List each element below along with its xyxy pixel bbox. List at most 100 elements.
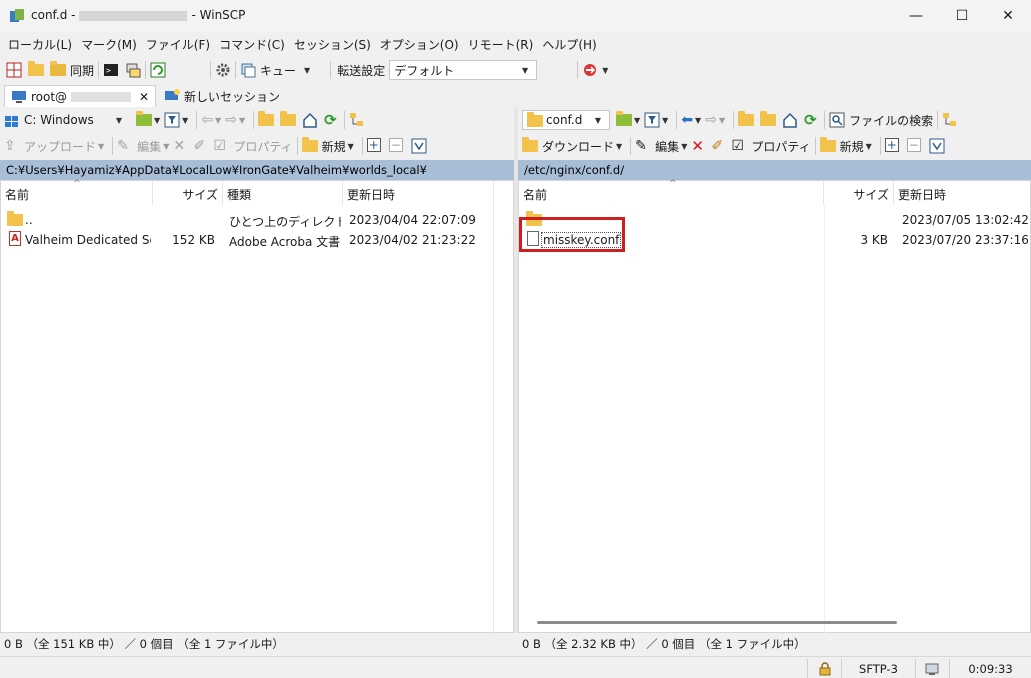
gear-icon[interactable]	[215, 62, 231, 78]
tree-icon[interactable]	[349, 112, 365, 128]
parent-dir-icon[interactable]	[738, 111, 755, 128]
local-drive-select[interactable]: C: Windows ▼	[20, 110, 130, 130]
transfer-queue-icon[interactable]	[915, 659, 949, 678]
new-icon[interactable]	[301, 137, 318, 154]
disconnect-dropdown-icon[interactable]: ▼	[602, 66, 608, 75]
upload-button[interactable]: アップロード	[24, 138, 96, 155]
deselect-icon[interactable]: −	[388, 138, 405, 154]
edit-icon[interactable]: ✎	[117, 138, 133, 154]
column-header-name[interactable]: 名前 ^	[1, 179, 153, 205]
refresh-icon[interactable]: ⟳	[804, 112, 820, 128]
download-button[interactable]: ダウンロード	[542, 138, 614, 155]
menu-options[interactable]: オプション(O)	[380, 36, 459, 53]
sync-folder-icon[interactable]	[50, 61, 66, 78]
properties-button[interactable]: プロパティ	[233, 138, 292, 155]
column-header-modified[interactable]: 更新日時	[343, 181, 493, 205]
root-dir-icon[interactable]	[760, 111, 777, 128]
sync-button[interactable]: 同期	[70, 62, 94, 79]
menu-help[interactable]: ヘルプ(H)	[542, 36, 596, 53]
lock-icon[interactable]	[807, 659, 841, 678]
home-icon[interactable]	[782, 112, 798, 128]
new-icon[interactable]	[819, 137, 836, 154]
new-button[interactable]: 新規	[322, 138, 346, 155]
filter-icon[interactable]	[644, 112, 660, 128]
deselect-icon[interactable]: −	[906, 138, 923, 154]
local-file-list[interactable]: 名前^ サイズ 種類 更新日時 .. ひとつ上のディレクトリ 2023/04/0…	[0, 179, 514, 633]
delete-icon[interactable]: ✕	[173, 138, 189, 154]
back-icon[interactable]: ⇦	[201, 112, 213, 128]
tab-new-session[interactable]: 新しいセッション	[158, 85, 286, 107]
forward-icon[interactable]: ⇨	[225, 112, 237, 128]
putty-icon[interactable]	[125, 62, 141, 78]
find-files-button[interactable]: ファイルの検索	[849, 112, 933, 129]
forward-icon[interactable]: ⇨	[705, 112, 717, 128]
select-all-icon[interactable]: +	[366, 138, 383, 154]
upload-dropdown-icon[interactable]: ▼	[98, 142, 104, 151]
column-header-size[interactable]: サイズ	[824, 181, 894, 205]
forward-dropdown-icon[interactable]: ▼	[239, 116, 245, 125]
horizontal-scrollbar[interactable]	[537, 621, 897, 624]
filter-dropdown-icon[interactable]: ▼	[662, 116, 668, 125]
refresh-icon[interactable]: ⟳	[324, 112, 340, 128]
refresh-panels-icon[interactable]	[150, 62, 166, 78]
root-dir-icon[interactable]	[280, 111, 297, 128]
transfer-settings-select[interactable]: デフォルト ▼	[389, 60, 538, 80]
rename-icon[interactable]: ✐	[711, 138, 727, 154]
maximize-button[interactable]: ☐	[939, 0, 985, 32]
close-button[interactable]: ✕	[985, 0, 1031, 32]
menu-local[interactable]: ローカル(L)	[8, 36, 72, 53]
menu-remote[interactable]: リモート(R)	[468, 36, 534, 53]
rename-icon[interactable]: ✐	[193, 138, 209, 154]
menu-command[interactable]: コマンド(C)	[219, 36, 285, 53]
properties-icon[interactable]: ☑	[731, 138, 747, 154]
select-all-icon[interactable]: +	[884, 138, 901, 154]
new-dropdown-icon[interactable]: ▼	[866, 142, 872, 151]
disconnect-icon[interactable]	[582, 62, 598, 78]
edit-dropdown-icon[interactable]: ▼	[681, 142, 687, 151]
local-path-bar[interactable]: C:¥Users¥Hayamiz¥AppData¥LocalLow¥IronGa…	[0, 160, 514, 180]
column-header-name[interactable]: 名前 ^	[519, 179, 824, 205]
properties-button[interactable]: プロパティ	[751, 138, 810, 155]
open-folder-icon[interactable]	[136, 111, 152, 128]
download-icon[interactable]	[522, 137, 538, 154]
find-files-icon[interactable]	[829, 112, 845, 128]
open-folder-icon[interactable]	[616, 111, 632, 128]
open-folder-dropdown-icon[interactable]: ▼	[154, 116, 160, 125]
column-header-modified[interactable]: 更新日時	[894, 181, 1030, 205]
tab-session[interactable]: root@ ✕	[4, 85, 156, 107]
table-row[interactable]: A Valheim Dedicated Se... 152 KB Adobe A…	[1, 230, 513, 250]
back-dropdown-icon[interactable]: ▼	[695, 116, 701, 125]
filter-dropdown-icon[interactable]: ▼	[182, 116, 188, 125]
queue-button[interactable]: キュー	[260, 62, 296, 79]
edit-button[interactable]: 編集	[655, 138, 679, 155]
tab-close-icon[interactable]: ✕	[139, 90, 149, 104]
edit-button[interactable]: 編集	[137, 138, 161, 155]
terminal-icon[interactable]: >	[103, 62, 119, 78]
synchronize-browse-icon[interactable]	[28, 61, 44, 78]
invert-selection-icon[interactable]	[411, 138, 427, 154]
parent-dir-icon[interactable]	[258, 111, 275, 128]
column-header-type[interactable]: 種類	[223, 181, 343, 205]
filter-icon[interactable]	[164, 112, 180, 128]
column-header-size[interactable]: サイズ	[153, 181, 223, 205]
menu-session[interactable]: セッション(S)	[294, 36, 371, 53]
menu-file[interactable]: ファイル(F)	[146, 36, 210, 53]
remote-path-bar[interactable]: /etc/nginx/conf.d/	[518, 160, 1031, 180]
invert-selection-icon[interactable]	[929, 138, 945, 154]
upload-icon[interactable]: ⇪	[4, 138, 20, 154]
minimize-button[interactable]: —	[893, 0, 939, 32]
back-dropdown-icon[interactable]: ▼	[215, 116, 221, 125]
download-dropdown-icon[interactable]: ▼	[616, 142, 622, 151]
home-icon[interactable]	[302, 112, 318, 128]
queue-dropdown-icon[interactable]: ▼	[304, 66, 310, 75]
menu-mark[interactable]: マーク(M)	[81, 36, 137, 53]
delete-icon[interactable]: ✕	[691, 138, 707, 154]
queue-icon[interactable]	[240, 62, 256, 78]
properties-icon[interactable]: ☑	[213, 138, 229, 154]
back-icon[interactable]: ⬅	[681, 112, 693, 128]
edit-dropdown-icon[interactable]: ▼	[163, 142, 169, 151]
new-dropdown-icon[interactable]: ▼	[348, 142, 354, 151]
new-button[interactable]: 新規	[840, 138, 864, 155]
compare-icon[interactable]	[6, 62, 22, 78]
remote-dir-select[interactable]: conf.d ▼	[522, 110, 610, 130]
